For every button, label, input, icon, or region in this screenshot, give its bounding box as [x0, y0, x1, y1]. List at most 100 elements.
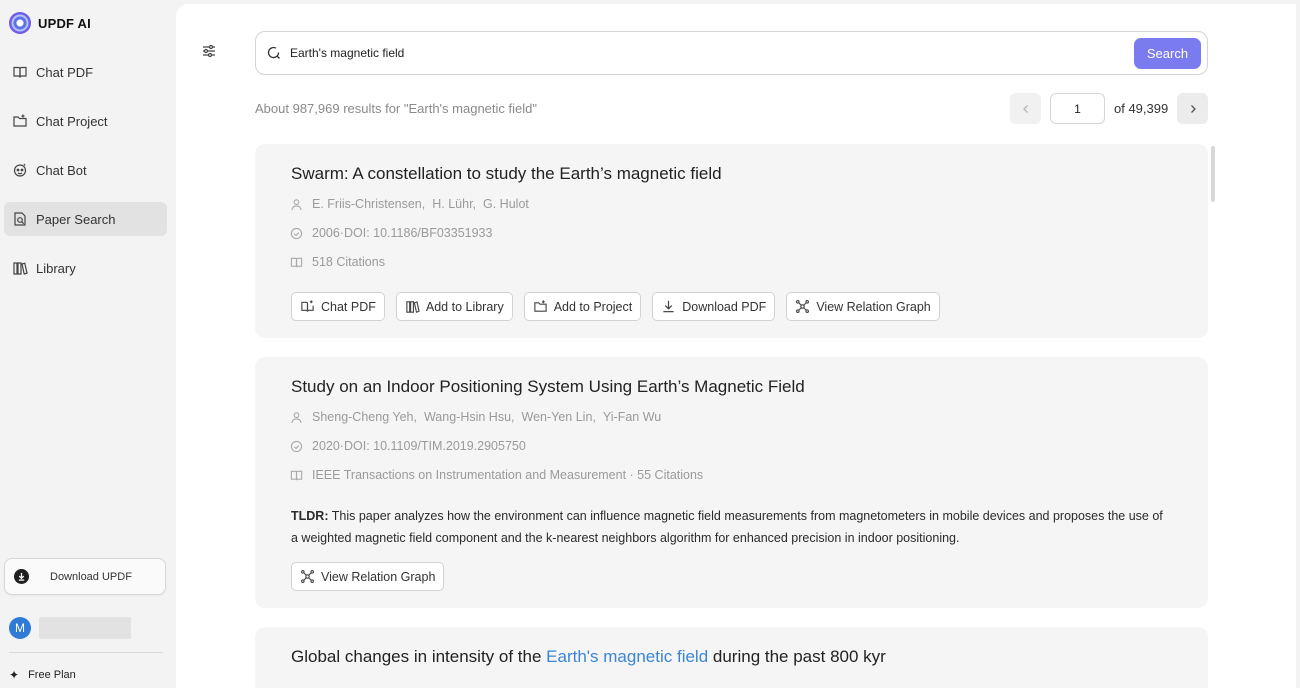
author-name[interactable]: E. Friis-Christensen, — [312, 197, 425, 211]
library-icon — [405, 299, 420, 314]
graph-icon — [300, 569, 315, 584]
paper-date-doi: 2020·DOI: 10.1109/TIM.2019.2905750 — [289, 439, 526, 453]
updf-logo-icon — [9, 12, 31, 34]
author-name[interactable]: Sheng-Cheng Yeh, — [312, 410, 417, 424]
paper-date-doi: 2006·DOI: 10.1186/BF03351933 — [289, 226, 492, 240]
user-profile[interactable]: M — [9, 617, 131, 639]
venue-citations-text: 518 Citations — [312, 255, 385, 269]
book-open-icon — [12, 64, 28, 80]
tldr-label: TLDR: — [291, 509, 329, 523]
paper-card: Study on an Indoor Positioning System Us… — [255, 357, 1208, 608]
paper-card: Global changes in intensity of the Earth… — [255, 627, 1208, 688]
sidebar-nav: Chat PDF Chat Project Chat Bot Paper Sea… — [4, 55, 167, 300]
action-label: Download PDF — [682, 299, 767, 314]
search-icon — [267, 46, 281, 60]
date-doi-text: 2020·DOI: 10.1109/TIM.2019.2905750 — [312, 439, 526, 453]
date-doi-text: 2006·DOI: 10.1186/BF03351933 — [312, 226, 493, 240]
doc-search-icon — [12, 211, 28, 227]
paper-tldr: TLDR: This paper analyzes how the enviro… — [291, 505, 1171, 549]
action-label: Add to Project — [553, 299, 633, 314]
folder-add-icon — [533, 299, 548, 314]
author-name[interactable]: G. Hulot — [483, 197, 529, 211]
download-icon — [661, 299, 676, 314]
add-to-project-button[interactable]: Add to Project — [523, 292, 642, 321]
results-summary: About 987,969 results for "Earth's magne… — [255, 101, 537, 116]
paper-title[interactable]: Global changes in intensity of the Earth… — [291, 647, 886, 667]
download-pdf-button[interactable]: Download PDF — [652, 292, 776, 321]
action-label: Chat PDF — [321, 299, 376, 314]
brand[interactable]: UPDF AI — [9, 12, 91, 34]
avatar: M — [9, 617, 31, 639]
action-label: View Relation Graph — [816, 299, 931, 314]
author-name[interactable]: Wang-Hsin Hsu, — [424, 410, 515, 424]
author-name[interactable]: Yi-Fan Wu — [603, 410, 661, 424]
title-highlight: Earth's magnetic field — [546, 647, 709, 666]
paper-authors: Sheng-Cheng Yeh, Wang-Hsin Hsu, Wen-Yen … — [289, 410, 668, 424]
search-bar: Search — [255, 31, 1208, 75]
library-icon — [12, 260, 28, 276]
prev-page-button[interactable] — [1010, 93, 1041, 124]
paper-venue-citations: IEEE Transactions on Instrumentation and… — [289, 468, 703, 482]
view-relation-graph-button[interactable]: View Relation Graph — [291, 562, 445, 591]
sidebar-item-library[interactable]: Library — [4, 251, 167, 285]
total-pages: of 49,399 — [1114, 101, 1169, 116]
action-label: View Relation Graph — [321, 569, 436, 584]
search-input[interactable] — [290, 46, 1110, 60]
book-icon — [289, 255, 303, 269]
paper-title[interactable]: Study on an Indoor Positioning System Us… — [291, 377, 805, 397]
sidebar-item-chat-pdf[interactable]: Chat PDF — [4, 55, 167, 89]
paper-card: Swarm: A constellation to study the Eart… — [255, 144, 1208, 338]
page-number-input[interactable] — [1050, 93, 1105, 124]
author-name[interactable]: H. Lühr, — [432, 197, 476, 211]
title-suffix: during the past 800 kyr — [708, 647, 886, 666]
paper-actions: Chat PDF Add to Library Add to Project D… — [291, 292, 951, 321]
sidebar-item-chat-bot[interactable]: Chat Bot — [4, 153, 167, 187]
download-label: Download UPDF — [50, 570, 132, 583]
title-prefix: Global changes in intensity of the — [291, 647, 547, 666]
bot-icon — [12, 162, 28, 178]
paper-citations: 518 Citations — [289, 255, 385, 269]
pagination: of 49,399 — [1010, 93, 1209, 124]
sidebar-item-label: Chat PDF — [36, 64, 94, 80]
paper-authors: E. Friis-Christensen, H. Lühr, G. Hulot — [289, 197, 536, 211]
paper-title[interactable]: Swarm: A constellation to study the Eart… — [291, 164, 722, 184]
action-label: Add to Library — [425, 299, 504, 314]
person-icon — [289, 410, 303, 424]
clock-icon — [289, 439, 303, 453]
venue-citations-text: IEEE Transactions on Instrumentation and… — [312, 468, 704, 482]
chat-pdf-button[interactable]: Chat PDF — [291, 292, 385, 321]
results-scrollbar[interactable] — [1211, 146, 1215, 202]
sidebar: UPDF AI Chat PDF Chat Project Chat Bot P… — [0, 0, 176, 688]
folder-chat-icon — [12, 113, 28, 129]
plan-label: Free Plan — [28, 669, 76, 681]
chat-pdf-icon — [300, 299, 315, 314]
author-name[interactable]: Wen-Yen Lin, — [522, 410, 596, 424]
download-updf-button[interactable]: Download UPDF — [4, 558, 166, 595]
filter-settings-icon[interactable] — [201, 43, 217, 59]
sidebar-item-chat-project[interactable]: Chat Project — [4, 104, 167, 138]
sidebar-item-label: Paper Search — [36, 211, 116, 227]
app-name: UPDF AI — [38, 15, 91, 31]
sidebar-item-paper-search[interactable]: Paper Search — [4, 202, 167, 236]
add-to-library-button[interactable]: Add to Library — [395, 292, 513, 321]
chevron-right-icon — [1190, 104, 1196, 113]
next-page-button[interactable] — [1177, 93, 1209, 124]
graph-icon — [795, 299, 810, 314]
chevron-left-icon — [1022, 104, 1028, 113]
sparkle-icon: ✦ — [9, 668, 20, 682]
person-icon — [289, 197, 303, 211]
sidebar-item-label: Chat Project — [36, 113, 108, 129]
plan-badge[interactable]: ✦ Free Plan — [9, 668, 76, 682]
sidebar-item-label: Library — [36, 260, 76, 276]
view-relation-graph-button[interactable]: View Relation Graph — [786, 292, 940, 321]
tldr-text: This paper analyzes how the environment … — [291, 509, 1163, 545]
main-panel: Search About 987,969 results for "Earth'… — [176, 4, 1296, 688]
sidebar-item-label: Chat Bot — [36, 162, 87, 178]
user-name-redacted — [39, 617, 131, 639]
book-icon — [289, 468, 303, 482]
download-icon — [14, 569, 29, 584]
search-button[interactable]: Search — [1134, 38, 1201, 69]
paper-actions: View Relation Graph — [291, 562, 455, 591]
sidebar-divider — [9, 652, 163, 653]
clock-icon — [289, 226, 303, 240]
